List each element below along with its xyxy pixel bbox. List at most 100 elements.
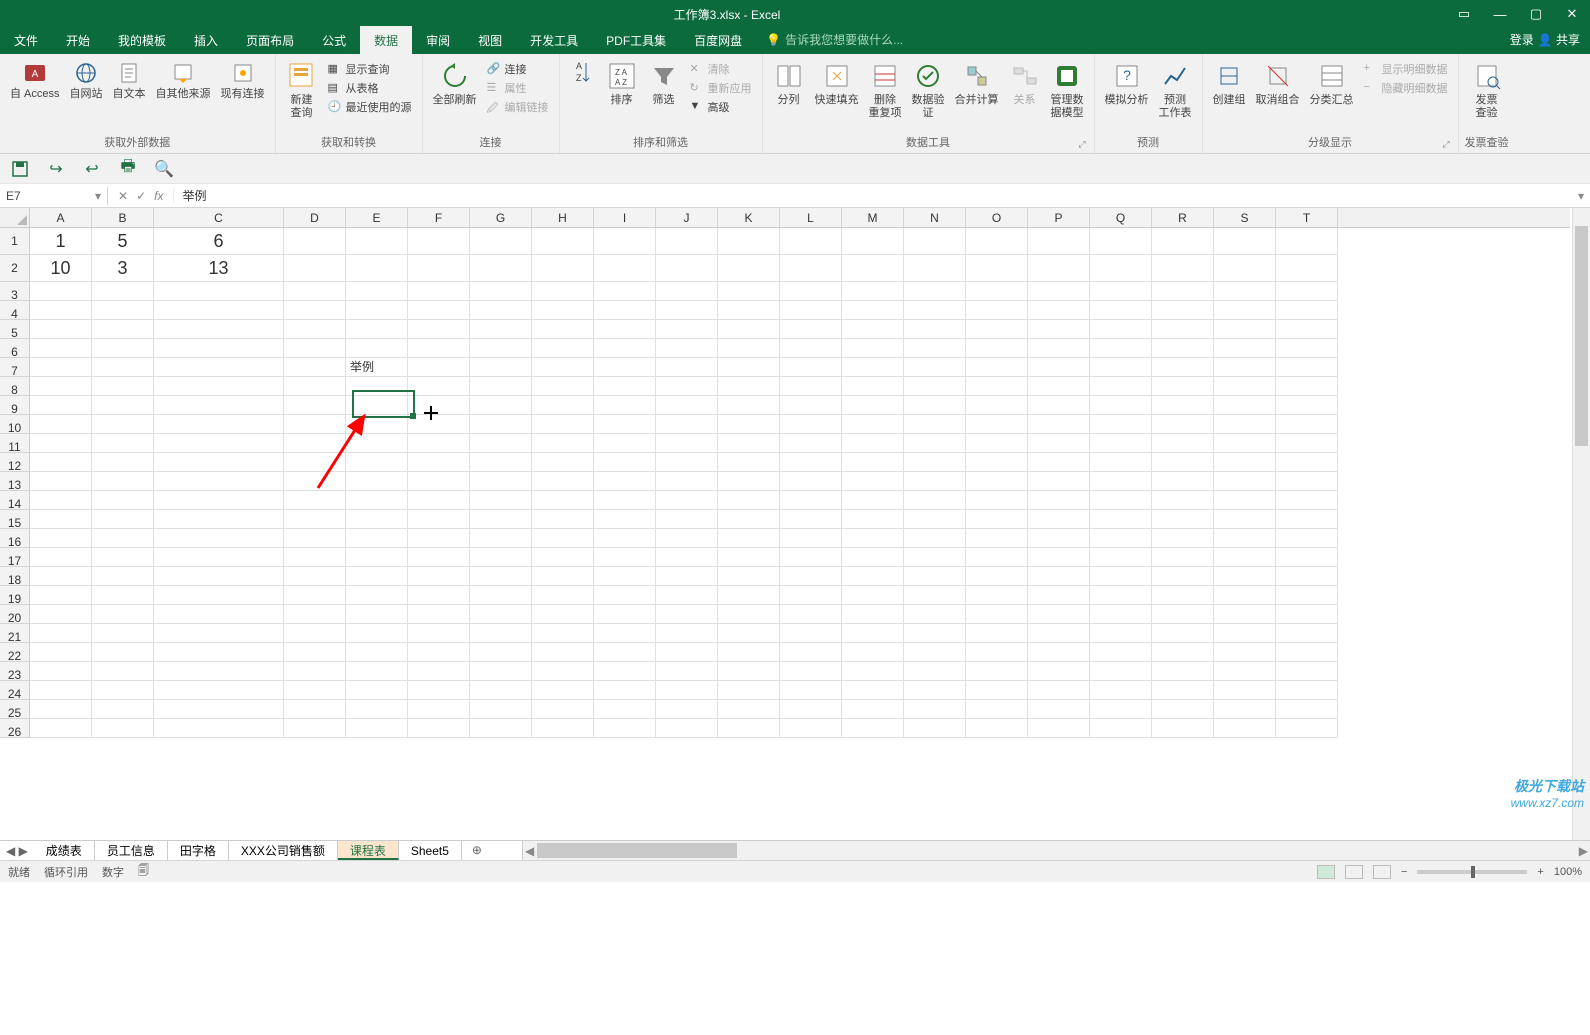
cell-G11[interactable] <box>470 434 532 453</box>
cell-T24[interactable] <box>1276 681 1338 700</box>
cell-O18[interactable] <box>966 567 1028 586</box>
cell-R7[interactable] <box>1152 358 1214 377</box>
cell-G24[interactable] <box>470 681 532 700</box>
cell-F26[interactable] <box>408 719 470 738</box>
row-header-26[interactable]: 26 <box>0 719 30 738</box>
cell-M5[interactable] <box>842 320 904 339</box>
cell-K6[interactable] <box>718 339 780 358</box>
cell-A9[interactable] <box>30 396 92 415</box>
zoom-level[interactable]: 100% <box>1554 866 1582 878</box>
cell-I1[interactable] <box>594 228 656 255</box>
forecast-sheet-button[interactable]: 预测 工作表 <box>1155 58 1196 122</box>
cell-H4[interactable] <box>532 301 594 320</box>
connections-button[interactable]: 🔗连接 <box>485 60 551 78</box>
row-header-9[interactable]: 9 <box>0 396 30 415</box>
cell-E4[interactable] <box>346 301 408 320</box>
cell-A11[interactable] <box>30 434 92 453</box>
row-header-11[interactable]: 11 <box>0 434 30 453</box>
sort-button[interactable]: Z AA Z排序 <box>602 58 642 109</box>
cell-M4[interactable] <box>842 301 904 320</box>
cell-H25[interactable] <box>532 700 594 719</box>
cell-N23[interactable] <box>904 662 966 681</box>
from-other-button[interactable]: 自其他来源 <box>152 58 215 103</box>
cell-F14[interactable] <box>408 491 470 510</box>
cell-N9[interactable] <box>904 396 966 415</box>
cell-K23[interactable] <box>718 662 780 681</box>
row-header-7[interactable]: 7 <box>0 358 30 377</box>
subtotal-button[interactable]: 分类汇总 <box>1306 58 1358 109</box>
page-layout-view-button[interactable] <box>1345 865 1363 879</box>
cell-L16[interactable] <box>780 529 842 548</box>
cell-O25[interactable] <box>966 700 1028 719</box>
cell-L18[interactable] <box>780 567 842 586</box>
cell-N7[interactable] <box>904 358 966 377</box>
cell-S23[interactable] <box>1214 662 1276 681</box>
cell-F8[interactable] <box>408 377 470 396</box>
cell-F13[interactable] <box>408 472 470 491</box>
cell-H17[interactable] <box>532 548 594 567</box>
cell-B23[interactable] <box>92 662 154 681</box>
cell-H22[interactable] <box>532 643 594 662</box>
cell-E17[interactable] <box>346 548 408 567</box>
sort-az-button[interactable]: AZ <box>566 58 600 90</box>
cell-A17[interactable] <box>30 548 92 567</box>
cell-P24[interactable] <box>1028 681 1090 700</box>
cell-H18[interactable] <box>532 567 594 586</box>
cell-O24[interactable] <box>966 681 1028 700</box>
cell-N14[interactable] <box>904 491 966 510</box>
cell-M1[interactable] <box>842 228 904 255</box>
cell-T25[interactable] <box>1276 700 1338 719</box>
row-header-10[interactable]: 10 <box>0 415 30 434</box>
tab-insert[interactable]: 插入 <box>180 26 232 54</box>
cell-I2[interactable] <box>594 255 656 282</box>
cell-O9[interactable] <box>966 396 1028 415</box>
cell-R1[interactable] <box>1152 228 1214 255</box>
cell-H23[interactable] <box>532 662 594 681</box>
cell-Q20[interactable] <box>1090 605 1152 624</box>
cell-T14[interactable] <box>1276 491 1338 510</box>
cell-J24[interactable] <box>656 681 718 700</box>
cell-S6[interactable] <box>1214 339 1276 358</box>
cell-A6[interactable] <box>30 339 92 358</box>
cell-K7[interactable] <box>718 358 780 377</box>
cell-D3[interactable] <box>284 282 346 301</box>
cell-I9[interactable] <box>594 396 656 415</box>
cell-G6[interactable] <box>470 339 532 358</box>
row-header-21[interactable]: 21 <box>0 624 30 643</box>
cell-H3[interactable] <box>532 282 594 301</box>
cell-J9[interactable] <box>656 396 718 415</box>
cell-E11[interactable] <box>346 434 408 453</box>
maximize-button[interactable]: ▢ <box>1518 0 1554 28</box>
cell-P26[interactable] <box>1028 719 1090 738</box>
from-access-button[interactable]: A自 Access <box>6 58 64 103</box>
cell-F3[interactable] <box>408 282 470 301</box>
name-box[interactable]: E7▾ <box>0 187 108 205</box>
cell-I15[interactable] <box>594 510 656 529</box>
cell-B20[interactable] <box>92 605 154 624</box>
cell-E19[interactable] <box>346 586 408 605</box>
tab-templates[interactable]: 我的模板 <box>104 26 180 54</box>
status-accessibility-icon[interactable]: 🗐 <box>138 862 149 881</box>
cell-C19[interactable] <box>154 586 284 605</box>
cell-T18[interactable] <box>1276 567 1338 586</box>
cell-S17[interactable] <box>1214 548 1276 567</box>
cell-Q8[interactable] <box>1090 377 1152 396</box>
cell-S26[interactable] <box>1214 719 1276 738</box>
zoom-in-button[interactable]: + <box>1537 866 1543 878</box>
cell-A12[interactable] <box>30 453 92 472</box>
cell-C16[interactable] <box>154 529 284 548</box>
cell-B17[interactable] <box>92 548 154 567</box>
cell-R18[interactable] <box>1152 567 1214 586</box>
cell-T4[interactable] <box>1276 301 1338 320</box>
data-model-button[interactable]: 管理数 据模型 <box>1047 58 1088 122</box>
cell-I21[interactable] <box>594 624 656 643</box>
cell-P16[interactable] <box>1028 529 1090 548</box>
cell-S24[interactable] <box>1214 681 1276 700</box>
cell-R16[interactable] <box>1152 529 1214 548</box>
cell-I17[interactable] <box>594 548 656 567</box>
cell-K4[interactable] <box>718 301 780 320</box>
print-preview-button[interactable]: 🔍 <box>154 159 174 179</box>
cell-H21[interactable] <box>532 624 594 643</box>
cell-B9[interactable] <box>92 396 154 415</box>
col-header-Q[interactable]: Q <box>1090 208 1152 227</box>
